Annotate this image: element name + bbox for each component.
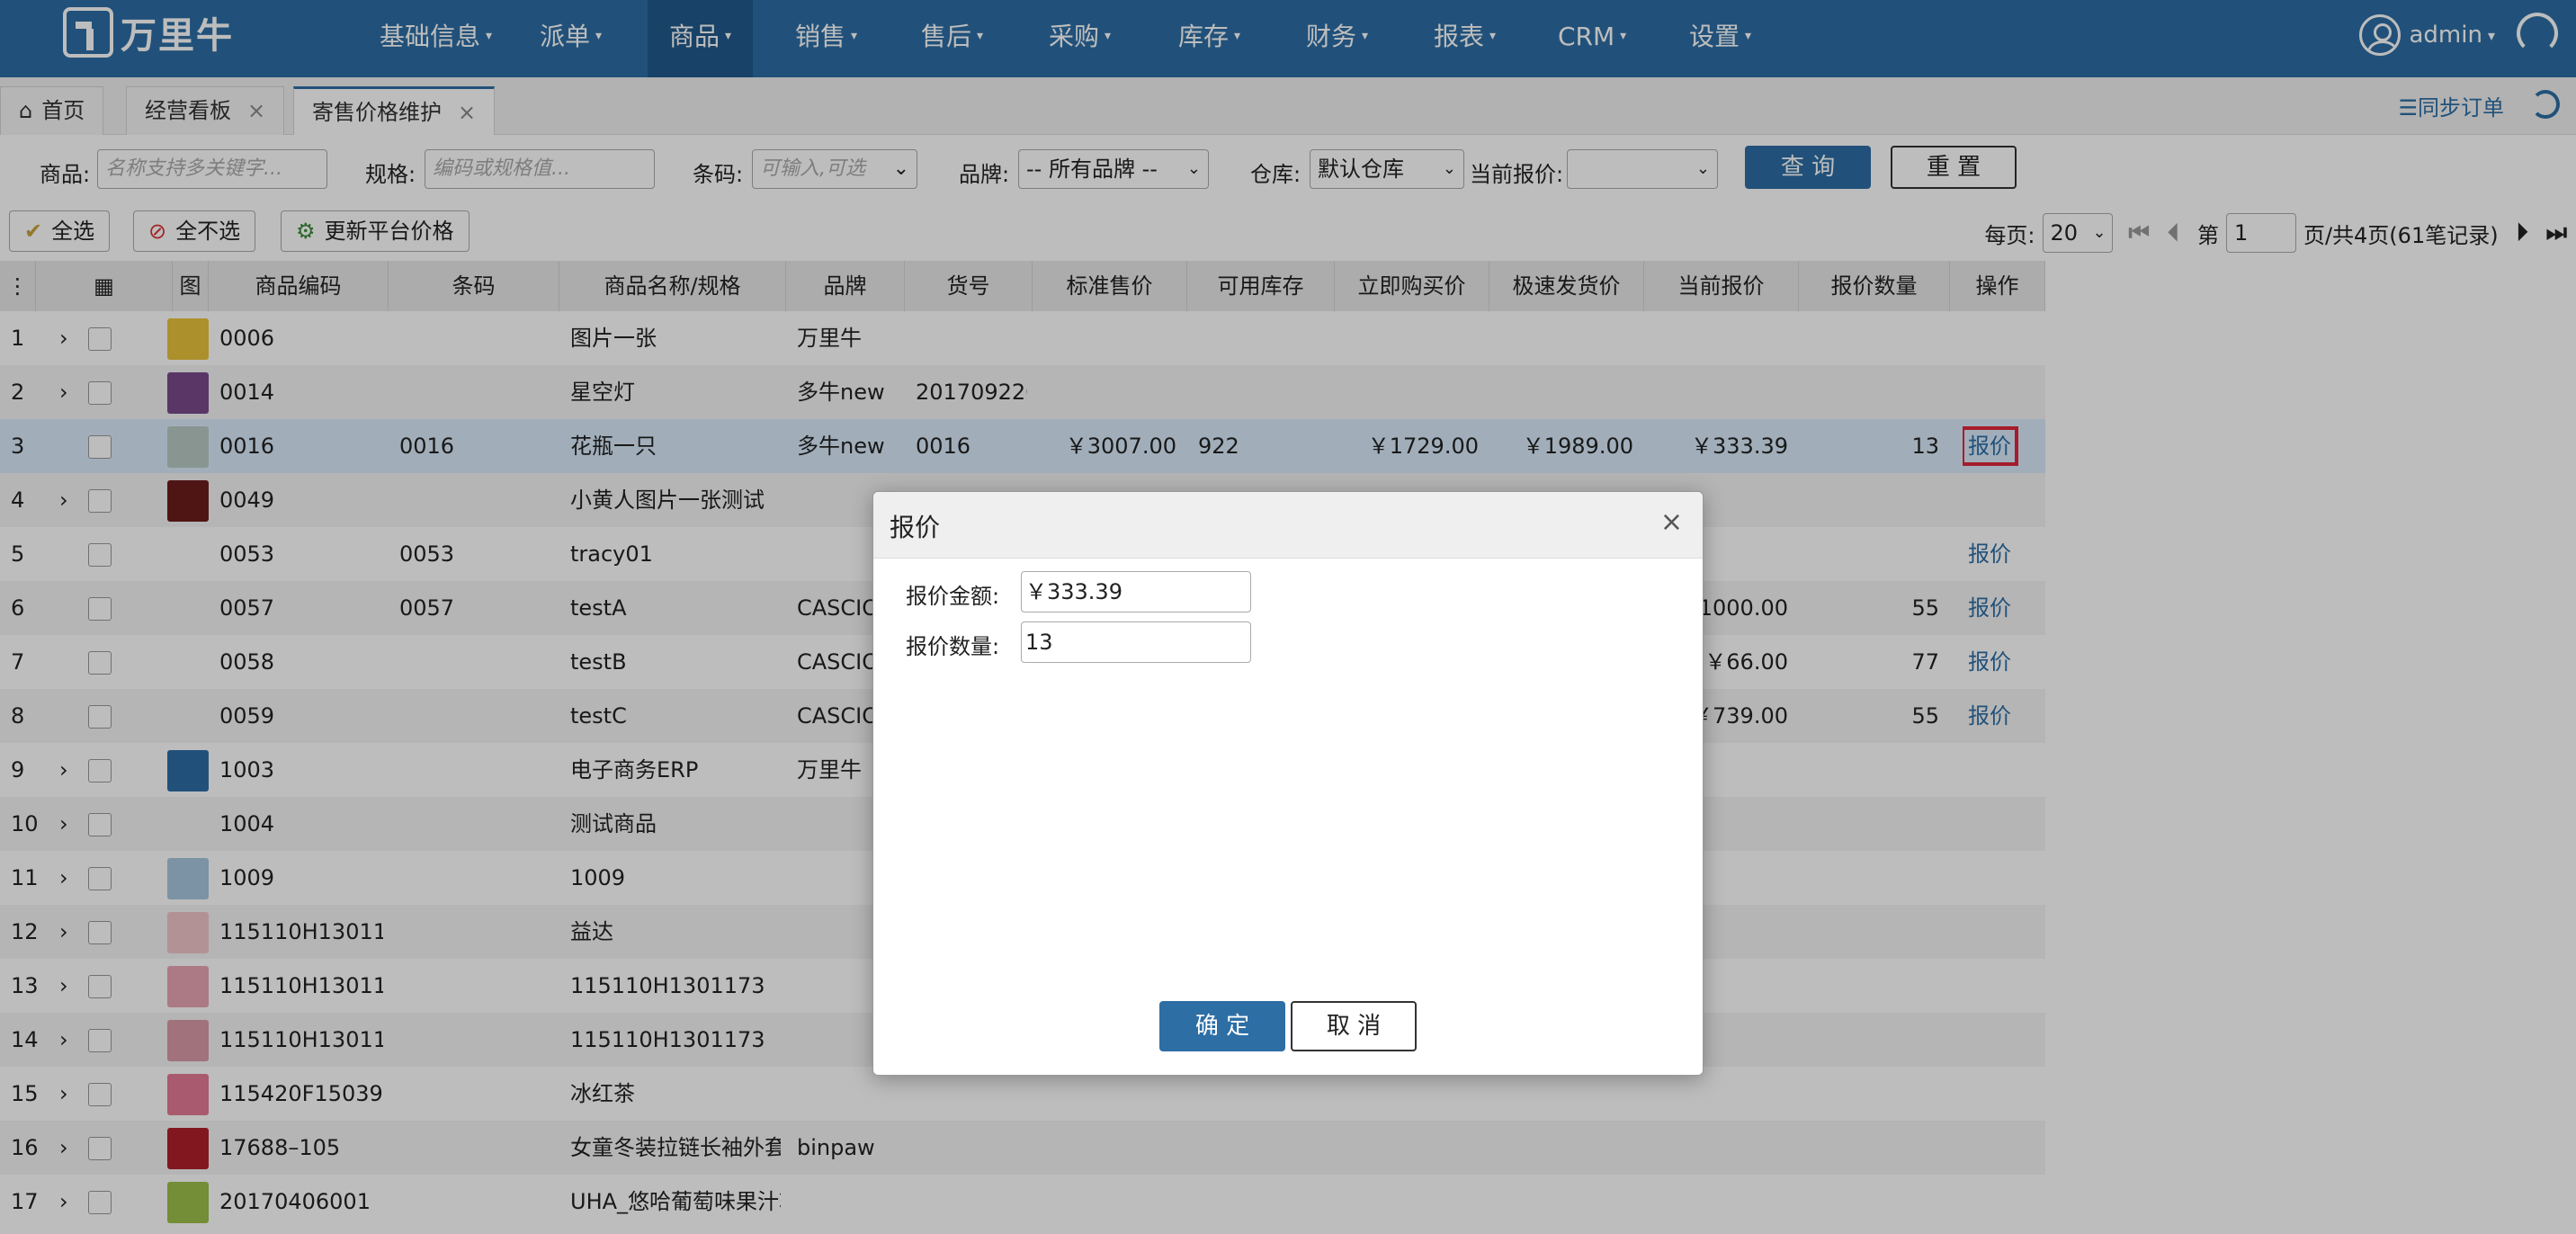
quote-amount-input[interactable]: ￥333.39 [1021,571,1251,613]
cancel-button[interactable]: 取 消 [1291,1001,1417,1051]
dialog-title: 报价 [890,513,941,542]
quote-qty-input[interactable]: 13 [1021,621,1251,663]
close-icon[interactable]: × [1660,506,1683,538]
dialog-header: 报价 × [873,492,1703,559]
quote-qty-label: 报价数量: [906,634,1000,659]
quote-amount-label: 报价金额: [906,584,1000,609]
quote-dialog: 报价 × 报价金额: ￥333.39 报价数量: 13 确 定 取 消 [872,491,1704,1076]
confirm-button[interactable]: 确 定 [1159,1001,1285,1051]
